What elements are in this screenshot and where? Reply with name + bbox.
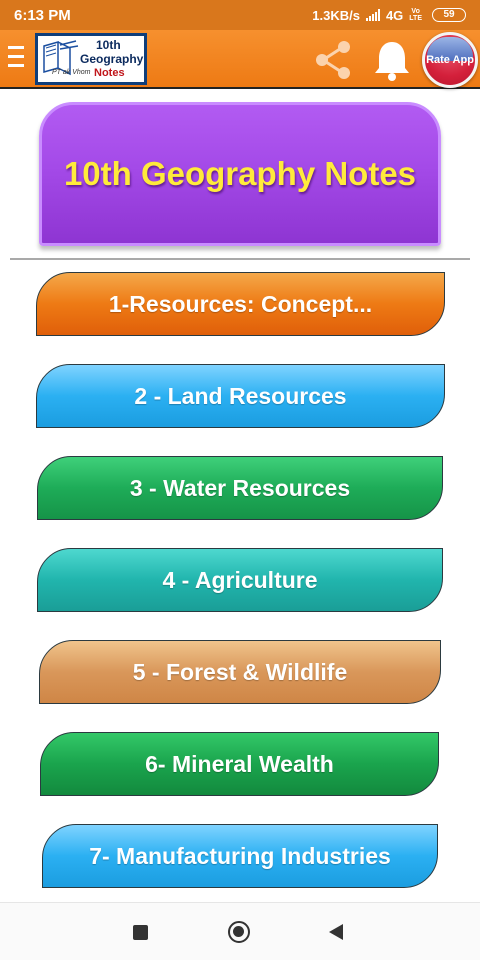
rate-app-button[interactable]: Rate App (422, 32, 478, 88)
volte-bottom: LTE (409, 15, 422, 22)
divider (10, 258, 470, 260)
chapter-button-2[interactable]: 2 - Land Resources (36, 364, 445, 428)
back-icon[interactable] (329, 924, 343, 940)
chapter-label: 5 - Forest & Wildlife (132, 658, 348, 685)
logo-text-line3: Notes (94, 67, 125, 79)
chapter-button-1[interactable]: 1-Resources: Concept... (36, 272, 445, 336)
system-nav-bar (0, 902, 480, 960)
recent-apps-icon[interactable] (133, 925, 148, 940)
battery-level: 59 (443, 9, 455, 20)
volte-top: Vo (411, 8, 420, 15)
status-time: 6:13 PM (14, 6, 71, 24)
network-type: 4G (385, 7, 404, 23)
chapter-label: 4 - Agriculture (162, 566, 318, 593)
bell-icon[interactable] (372, 38, 412, 82)
signal-icon (365, 9, 380, 21)
volte-icon: Vo LTE (409, 8, 422, 22)
chapter-button-3[interactable]: 3 - Water Resources (37, 456, 443, 520)
app-logo: 10th Geography Notes PT ak Vhom (35, 33, 147, 85)
chapter-button-5[interactable]: 5 - Forest & Wildlife (39, 640, 441, 704)
app-bar: 10th Geography Notes PT ak Vhom Rate App (0, 30, 480, 89)
share-icon[interactable] (312, 38, 356, 82)
logo-script: PT ak Vhom (52, 69, 91, 76)
chapter-label: 7- Manufacturing Industries (89, 842, 391, 869)
chapter-button-4[interactable]: 4 - Agriculture (37, 548, 443, 612)
chapter-button-7[interactable]: 7- Manufacturing Industries (42, 824, 438, 888)
chapter-label: 6- Mineral Wealth (145, 750, 334, 777)
page-title: 10th Geography Notes (63, 155, 417, 192)
menu-icon[interactable] (8, 46, 26, 70)
chapter-label: 3 - Water Resources (129, 474, 351, 501)
title-card: 10th Geography Notes (39, 102, 441, 246)
home-icon[interactable] (228, 921, 250, 943)
battery-icon: 59 (432, 8, 466, 22)
logo-text-line1: 10th (96, 38, 121, 52)
chapter-label: 2 - Land Resources (134, 382, 347, 409)
network-speed: 1.3KB/s (312, 7, 360, 23)
status-bar: 6:13 PM 1.3KB/s 4G Vo LTE 59 (0, 0, 480, 30)
status-right: 1.3KB/s 4G Vo LTE 59 (312, 8, 466, 23)
chapter-button-6[interactable]: 6- Mineral Wealth (40, 732, 439, 796)
rate-app-label: Rate App (426, 54, 474, 66)
chapter-label: 1-Resources: Concept... (108, 290, 373, 317)
logo-text-line2: Geography (80, 52, 144, 66)
